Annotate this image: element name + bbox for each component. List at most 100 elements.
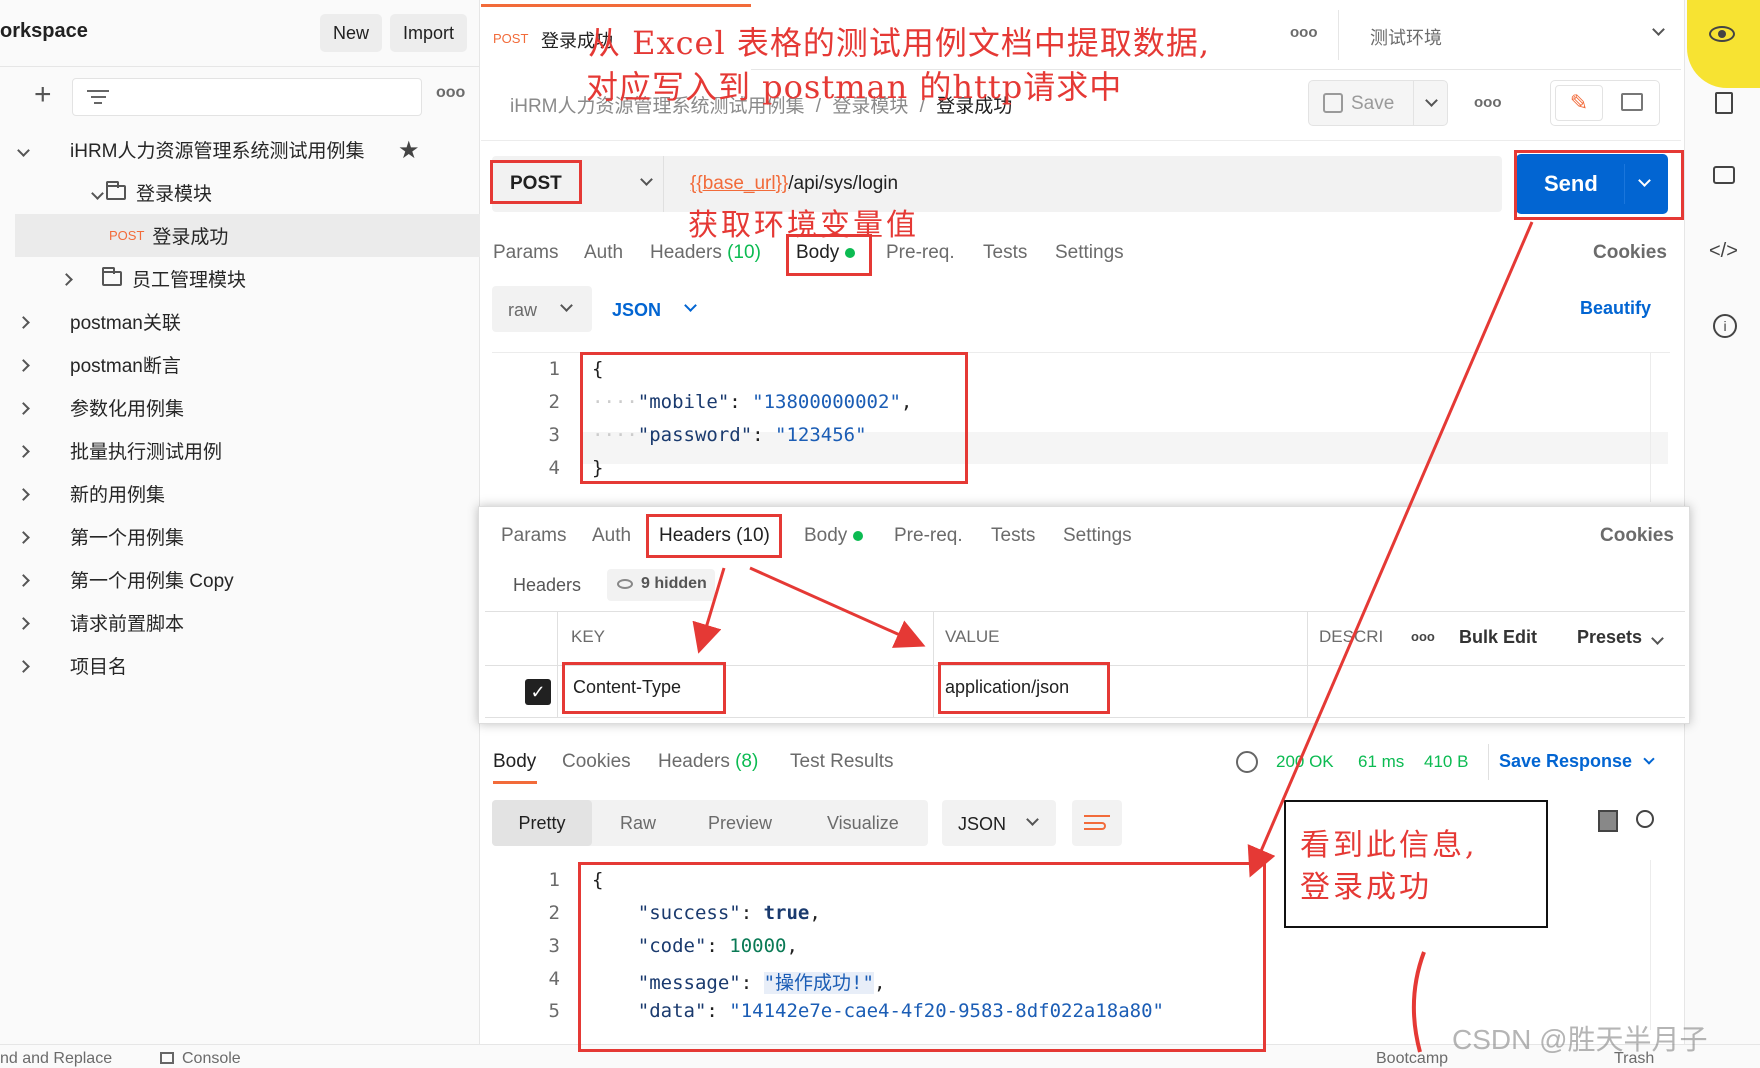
more-icon[interactable]: ooo (436, 84, 465, 102)
copy-icon[interactable] (1598, 810, 1618, 832)
presets-button[interactable]: Presets (1577, 627, 1664, 648)
comment-icon[interactable] (1621, 93, 1643, 111)
column-value: VALUE (945, 627, 1000, 646)
tab-tests[interactable]: Tests (983, 242, 1027, 264)
body-type-select[interactable]: raw (492, 286, 592, 332)
highlight-response-body (578, 862, 1266, 1052)
highlight-send (1514, 150, 1684, 220)
filter-input[interactable] (72, 78, 422, 116)
search-icon[interactable] (1636, 810, 1654, 828)
annotation-success-line2: 登录成功 (1300, 870, 1432, 905)
response-tab-headers[interactable]: Headers (8) (658, 751, 758, 773)
response-size[interactable]: 410 B (1424, 752, 1468, 772)
tab-params[interactable]: Params (493, 242, 558, 264)
folder-login[interactable]: 登录模块 (0, 171, 480, 214)
tab-prereq[interactable]: Pre-req. (894, 525, 963, 547)
response-view-switch: Pretty Raw Preview Visualize (492, 800, 928, 846)
scrollbar[interactable] (1650, 352, 1668, 502)
right-rail: </> i (1684, 0, 1760, 1068)
tab-tests[interactable]: Tests (991, 525, 1035, 547)
response-tab-cookies[interactable]: Cookies (562, 751, 631, 773)
import-button[interactable]: Import (390, 14, 467, 52)
header-enabled-checkbox[interactable]: ✓ (525, 679, 551, 705)
annotation-success-box: 看到此信息, 登录成功 (1284, 800, 1548, 928)
star-icon[interactable]: ★ (398, 136, 420, 165)
info-icon[interactable]: i (1713, 314, 1737, 338)
chevron-right-icon (16, 444, 30, 458)
request-login-success[interactable]: POST 登录成功 (15, 214, 480, 257)
format-select[interactable]: JSON (610, 286, 710, 332)
folder-icon (102, 267, 122, 286)
beautify-button[interactable]: Beautify (1580, 298, 1651, 319)
chevron-down-icon (16, 143, 30, 157)
bulk-edit-button[interactable]: Bulk Edit (1459, 627, 1537, 648)
find-replace-button[interactable]: nd and Replace (0, 1050, 112, 1068)
collection-item[interactable]: postman断言 (0, 343, 480, 386)
environment-select[interactable]: 测试环境 (1370, 14, 1670, 56)
hidden-headers-toggle[interactable]: 9 hidden (607, 569, 715, 601)
collection-item[interactable]: 项目名 (0, 644, 480, 687)
new-button[interactable]: New (320, 14, 382, 52)
cookies-link[interactable]: Cookies (1600, 525, 1674, 547)
collection-item[interactable]: 参数化用例集 (0, 386, 480, 429)
active-tab-indicator (493, 781, 537, 784)
bootcamp-button[interactable]: Bootcamp (1376, 1050, 1448, 1068)
collection-item[interactable]: 第一个用例集 (0, 515, 480, 558)
collection-item[interactable]: 新的用例集 (0, 472, 480, 515)
chevron-right-icon (16, 616, 30, 630)
highlight-body-tab (786, 234, 872, 276)
collection-item[interactable]: postman关联 (0, 300, 480, 343)
columns-more-icon[interactable]: ooo (1411, 629, 1435, 644)
divider (1338, 10, 1339, 60)
response-time[interactable]: 61 ms (1358, 752, 1404, 772)
response-tab-body[interactable]: Body (493, 751, 536, 773)
view-raw[interactable]: Raw (620, 813, 656, 834)
add-icon[interactable]: + (34, 80, 52, 110)
collection-item[interactable]: 第一个用例集 Copy (0, 558, 480, 601)
document-icon[interactable] (1715, 92, 1733, 114)
chevron-down-icon (1651, 632, 1664, 645)
view-preview[interactable]: Preview (708, 813, 772, 834)
chevron-down-icon (1652, 23, 1665, 36)
view-toggle[interactable]: ✎ (1550, 80, 1660, 126)
code-icon[interactable]: </> (1709, 240, 1738, 263)
comment-icon[interactable] (1713, 166, 1735, 184)
collection-item[interactable]: 批量执行测试用例 (0, 429, 480, 472)
tab-auth[interactable]: Auth (584, 242, 623, 264)
collection-item[interactable]: 请求前置脚本 (0, 601, 480, 644)
view-pretty[interactable]: Pretty (492, 800, 592, 846)
view-visualize[interactable]: Visualize (827, 813, 899, 834)
env-variable[interactable]: {{base_url}} (690, 173, 788, 194)
scrollbar[interactable] (1650, 860, 1668, 1030)
tab-settings[interactable]: Settings (1055, 242, 1124, 264)
cookies-link[interactable]: Cookies (1593, 242, 1667, 264)
save-button[interactable]: Save (1308, 80, 1448, 126)
url-input[interactable]: {{base_url}}/api/sys/login (690, 173, 898, 195)
column-description: DESCRI (1319, 627, 1384, 646)
chevron-right-icon (16, 487, 30, 501)
collection-ihrm[interactable]: iHRM人力资源管理系统测试用例集 ★ (0, 128, 480, 171)
folder-employee[interactable]: 员工管理模块 (0, 257, 480, 300)
tab-auth[interactable]: Auth (592, 525, 631, 547)
globe-icon[interactable] (1236, 751, 1258, 773)
tab-headers[interactable]: Headers (10) (650, 242, 761, 264)
highlight-method (490, 160, 582, 204)
status-code[interactable]: 200 OK (1276, 752, 1334, 772)
tab-params[interactable]: Params (501, 525, 566, 547)
edit-icon[interactable]: ✎ (1555, 85, 1603, 121)
chevron-down-icon (560, 299, 573, 312)
response-format-select[interactable]: JSON (942, 800, 1056, 846)
tab-prereq[interactable]: Pre-req. (886, 242, 955, 264)
chevron-right-icon (16, 573, 30, 587)
console-button[interactable]: Console (182, 1050, 241, 1068)
save-response-button[interactable]: Save Response (1499, 751, 1655, 772)
response-tab-tests[interactable]: Test Results (790, 751, 893, 773)
tab-settings[interactable]: Settings (1063, 525, 1132, 547)
eye-icon[interactable] (1709, 26, 1735, 42)
tabs-more-icon[interactable]: ooo (1290, 24, 1318, 41)
tab-body[interactable]: Body (804, 525, 864, 547)
wrap-lines-button[interactable] (1072, 800, 1122, 846)
annotation-success-line1: 看到此信息, (1300, 828, 1478, 863)
chevron-right-icon (16, 401, 30, 415)
actions-more-icon[interactable]: ooo (1474, 94, 1502, 111)
